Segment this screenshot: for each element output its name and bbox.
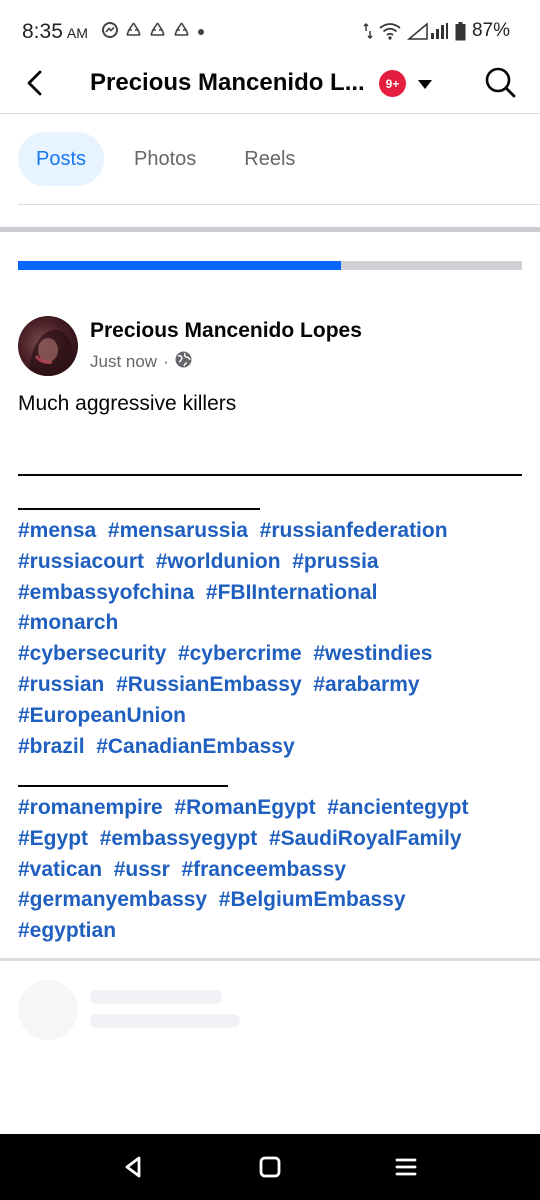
notification-icons — [102, 22, 205, 42]
hashtag-link[interactable]: #germanyembassy — [18, 888, 207, 911]
hashtag-line: #cybersecurity #cybercrime #westindies — [18, 639, 528, 670]
hashtag-line: #russiacourt #worldunion #prussia — [18, 547, 528, 578]
page-title: Precious Mancenido L... — [90, 69, 365, 96]
post-text: Much aggressive killers — [18, 392, 237, 415]
hashtag-link[interactable]: #cybersecurity — [18, 642, 166, 665]
hashtag-link[interactable]: #embassyegypt — [100, 827, 258, 850]
status-bar: 8:35 AM 87% — [0, 0, 540, 62]
globe-icon — [175, 351, 192, 373]
hashtag-line: #mensa #mensarussia #russianfederation — [18, 516, 528, 547]
hashtag-line: #embassyofchina #FBIInternational — [18, 578, 528, 609]
hashtag-group: #mensa #mensarussia #russianfederation #r… — [18, 516, 528, 762]
tab-photos[interactable]: Photos — [116, 132, 214, 186]
hashtag-link[interactable]: #Egypt — [18, 827, 88, 850]
dot-icon — [197, 24, 205, 40]
system-nav-bar — [0, 1134, 540, 1200]
hashtag-link[interactable]: #arabarmy — [313, 673, 419, 696]
back-arrow-icon[interactable] — [22, 68, 50, 98]
hashtag-link[interactable]: #SaudiRoyalFamily — [269, 827, 462, 850]
hashtag-link[interactable]: #ancientegypt — [327, 796, 468, 819]
hashtag-line: #russian #RussianEmbassy #arabarmy — [18, 670, 528, 701]
hashtag-link[interactable]: #russiacourt — [18, 550, 144, 573]
hashtag-line: #brazil #CanadianEmbassy — [18, 732, 528, 763]
hashtag-link[interactable]: #egyptian — [18, 919, 116, 942]
hashtag-link[interactable]: #romanempire — [18, 796, 163, 819]
hashtag-line: #egyptian — [18, 916, 528, 947]
profile-header: Precious Mancenido L... 9+ — [0, 62, 540, 114]
hashtag-link[interactable]: #BelgiumEmbassy — [219, 888, 406, 911]
hashtag-link[interactable]: #monarch — [18, 611, 118, 634]
section-separator — [0, 227, 540, 232]
status-time: 8:35 AM — [22, 20, 88, 44]
hashtag-line: #vatican #ussr #franceembassy — [18, 855, 528, 886]
notification-badge[interactable]: 9+ — [379, 70, 406, 97]
hashtag-link[interactable]: #FBIInternational — [206, 581, 378, 604]
hashtag-link[interactable]: #mensarussia — [108, 519, 248, 542]
hashtag-link[interactable]: #cybercrime — [178, 642, 302, 665]
text-rule — [18, 508, 260, 510]
hashtag-line: #monarch — [18, 608, 528, 639]
search-icon[interactable] — [484, 65, 516, 99]
hashtag-link[interactable]: #westindies — [313, 642, 432, 665]
hashtag-link[interactable]: #embassyofchina — [18, 581, 194, 604]
battery-icon — [455, 21, 466, 41]
wifi-icon — [379, 22, 401, 40]
post-divider — [0, 958, 540, 961]
nav-menu-icon[interactable] — [393, 1154, 419, 1180]
caret-down-icon[interactable] — [417, 77, 433, 95]
nav-back-icon[interactable] — [121, 1154, 147, 1180]
hashtag-link[interactable]: #mensa — [18, 519, 96, 542]
hashtag-link[interactable]: #worldunion — [156, 550, 281, 573]
hashtag-line: #germanyembassy #BelgiumEmbassy — [18, 885, 528, 916]
hashtag-group: #romanempire #RomanEgypt #ancientegypt #E… — [18, 793, 528, 947]
hashtag-link[interactable]: #EuropeanUnion — [18, 704, 186, 727]
hashtag-line: #romanempire #RomanEgypt #ancientegypt — [18, 793, 528, 824]
recycle-icon — [149, 22, 166, 42]
hashtag-link[interactable]: #CanadianEmbassy — [96, 735, 294, 758]
post-time[interactable]: Just now — [90, 352, 157, 372]
hashtag-link[interactable]: #franceembassy — [181, 858, 346, 881]
tabs-divider — [18, 204, 540, 205]
hashtag-link[interactable]: #ussr — [114, 858, 170, 881]
upload-progress-bar — [18, 261, 522, 270]
recycle-icon — [173, 22, 190, 42]
profile-tabs: Posts Photos Reels — [18, 132, 313, 186]
loading-line-placeholder — [90, 1014, 240, 1028]
post-meta: Just now · — [90, 351, 192, 373]
loading-line-placeholder — [90, 990, 222, 1004]
author-name[interactable]: Precious Mancenido Lopes — [90, 319, 362, 343]
meta-separator: · — [163, 352, 169, 371]
battery-percent: 87% — [471, 20, 510, 41]
clock-ampm: AM — [66, 25, 88, 41]
loading-avatar-placeholder — [18, 980, 78, 1040]
recycle-icon — [125, 22, 142, 42]
hashtag-link[interactable]: #prussia — [292, 550, 378, 573]
post-header: Precious Mancenido Lopes Just now · — [18, 316, 522, 378]
tab-reels[interactable]: Reels — [226, 132, 313, 186]
status-right: 87% — [363, 20, 510, 42]
hashtag-link[interactable]: #RussianEmbassy — [116, 673, 302, 696]
clock: 8:35 — [22, 20, 63, 43]
hashtag-link[interactable]: #brazil — [18, 735, 85, 758]
messenger-icon — [102, 22, 118, 42]
hashtag-line: #Egypt #embassyegypt #SaudiRoyalFamily — [18, 824, 528, 855]
hashtag-line: #EuropeanUnion — [18, 701, 528, 732]
text-rule — [18, 785, 228, 787]
hashtag-link[interactable]: #russianfederation — [260, 519, 448, 542]
data-arrows-icon — [363, 22, 373, 40]
hashtag-link[interactable]: #vatican — [18, 858, 102, 881]
hashtag-link[interactable]: #RomanEgypt — [174, 796, 315, 819]
hashtag-link[interactable]: #russian — [18, 673, 104, 696]
avatar[interactable] — [18, 316, 78, 376]
nav-home-icon[interactable] — [257, 1154, 283, 1180]
tab-posts[interactable]: Posts — [18, 132, 105, 186]
upload-progress-fill — [18, 261, 341, 270]
signal-icon — [406, 22, 449, 40]
text-rule — [18, 474, 522, 476]
